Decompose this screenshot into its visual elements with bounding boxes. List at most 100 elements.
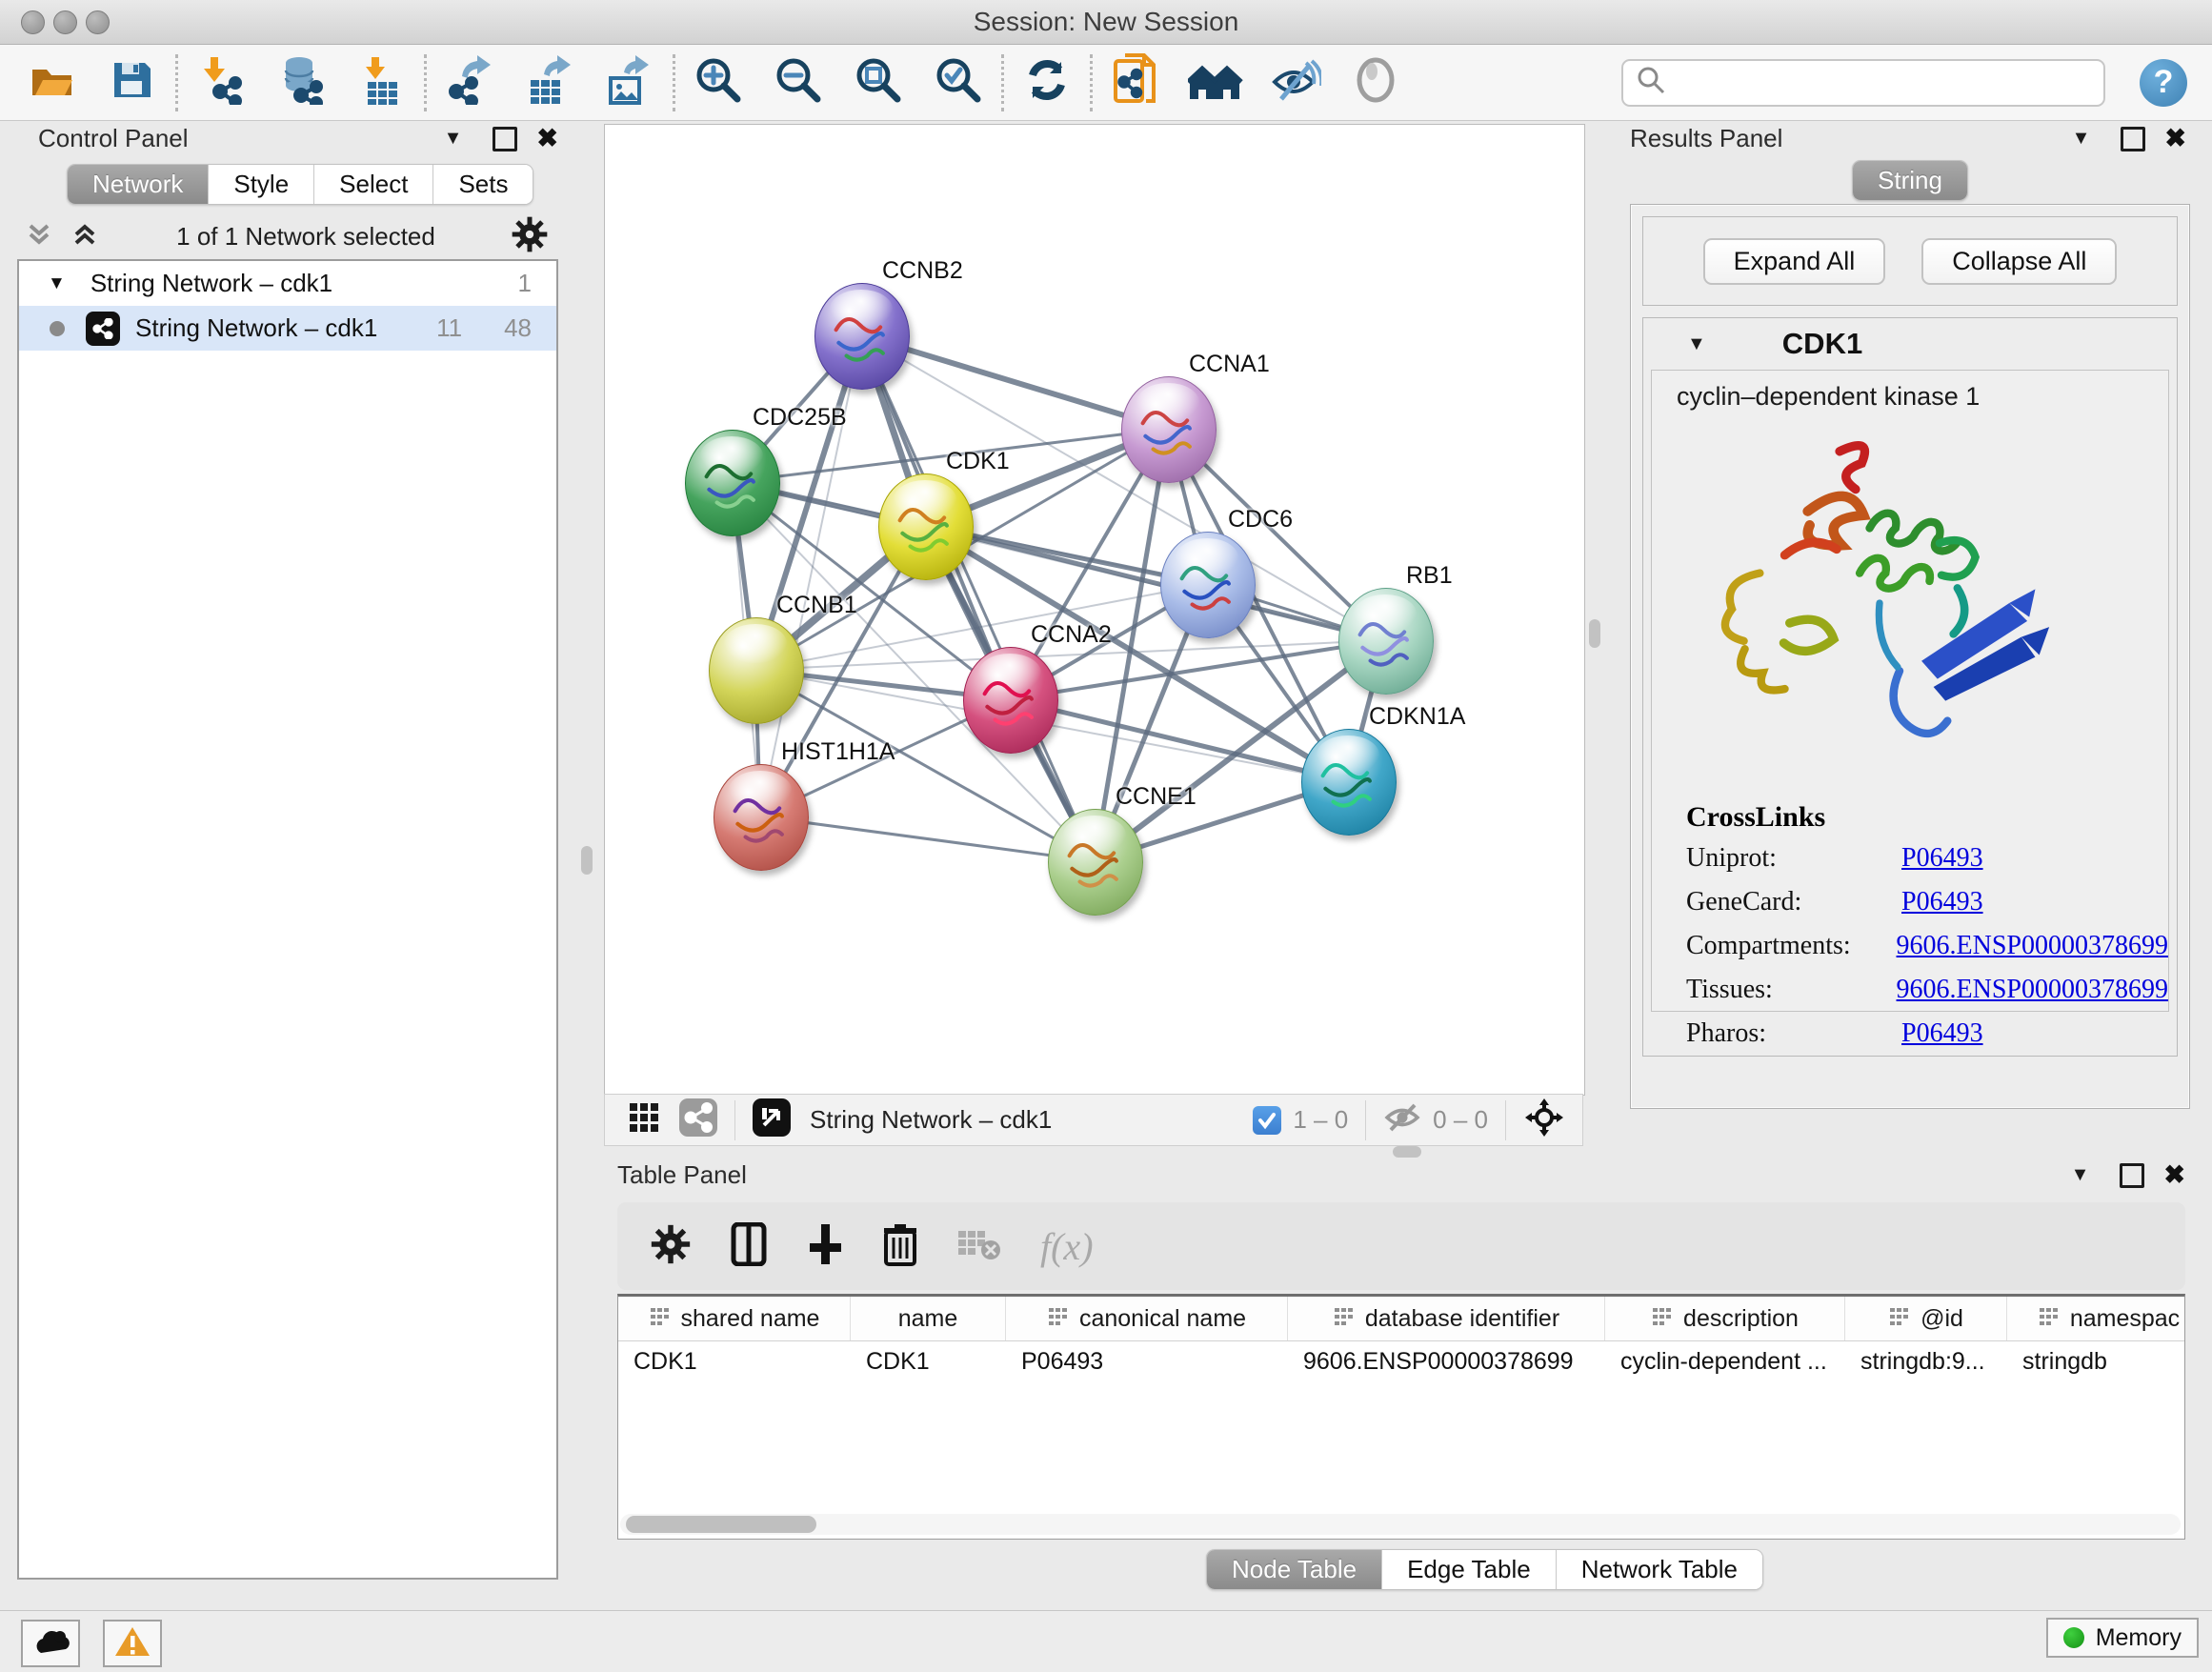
export-image-button[interactable]	[602, 55, 657, 111]
network-node-CCNB2[interactable]	[814, 283, 910, 390]
show-columns-icon[interactable]	[730, 1222, 768, 1271]
crosslink-link[interactable]: 9606.ENSP00000378699	[1897, 975, 2168, 1005]
import-table-file-button[interactable]	[353, 55, 409, 111]
zoom-out-button[interactable]	[771, 55, 826, 111]
import-table-icon	[358, 55, 404, 110]
column-header[interactable]: canonical name	[1006, 1297, 1288, 1340]
gene-card-header[interactable]: ▼ CDK1	[1643, 318, 2177, 370]
home-networks-button[interactable]	[1188, 55, 1243, 111]
crosslink-link[interactable]: 9606.ENSP00000378699	[1897, 931, 2168, 961]
network-node-CDC25B[interactable]	[685, 430, 780, 536]
network-node-CCNA2[interactable]	[963, 647, 1058, 754]
zoom-in-icon	[694, 55, 743, 110]
tab-node-table[interactable]: Node Table	[1207, 1550, 1382, 1589]
search-input[interactable]	[1621, 59, 2105, 107]
warnings-button[interactable]	[103, 1620, 162, 1667]
panel-menu-icon[interactable]: ▼	[444, 128, 463, 150]
network-node-HIST1H1A[interactable]	[714, 764, 809, 871]
scrollbar-thumb[interactable]	[626, 1516, 816, 1533]
crosslink-link[interactable]: P06493	[1901, 843, 1983, 874]
column-header[interactable]: namespac	[2007, 1297, 2185, 1340]
table-cell[interactable]: P06493	[1006, 1341, 1288, 1381]
tab-string[interactable]: String	[1853, 161, 1967, 200]
results-menu-icon[interactable]: ▼	[2072, 128, 2091, 150]
zoom-fit-button[interactable]	[851, 55, 906, 111]
results-close-icon[interactable]: ✖	[2164, 124, 2186, 153]
network-node-CDC6[interactable]	[1160, 532, 1256, 638]
tab-style[interactable]: Style	[209, 165, 314, 204]
tab-edge-table[interactable]: Edge Table	[1382, 1550, 1557, 1589]
import-network-file-button[interactable]	[193, 55, 249, 111]
network-collection-row[interactable]: ▼ String Network – cdk1 1	[19, 261, 556, 306]
export-network-icon	[445, 55, 494, 110]
collapse-all-networks-icon[interactable]	[23, 218, 55, 255]
table-float-icon[interactable]	[2120, 1163, 2144, 1188]
table-cell[interactable]: stringdb:9...	[1845, 1341, 2007, 1381]
delete-column-icon[interactable]	[882, 1222, 918, 1271]
share-view-icon[interactable]	[679, 1098, 717, 1141]
table-row[interactable]: CDK1CDK1P064939606.ENSP00000378699cyclin…	[618, 1341, 2184, 1381]
memory-button[interactable]: Memory	[2046, 1618, 2199, 1658]
selected-checkbox-icon[interactable]	[1253, 1106, 1281, 1135]
share-document-button[interactable]	[1108, 55, 1163, 111]
tab-sets[interactable]: Sets	[433, 165, 533, 204]
crosslink-link[interactable]: P06493	[1901, 1018, 1983, 1049]
export-table-button[interactable]	[522, 55, 577, 111]
column-header[interactable]: shared name	[618, 1297, 851, 1340]
save-session-button[interactable]	[105, 55, 160, 111]
table-cell[interactable]: stringdb	[2007, 1341, 2185, 1381]
table-gear-icon[interactable]	[650, 1223, 692, 1270]
gene-collapse-icon[interactable]: ▼	[1687, 333, 1706, 355]
table-header-row[interactable]: shared namenamecanonical namedatabase id…	[618, 1297, 2184, 1341]
network-row-selected[interactable]: String Network – cdk1 11 48	[19, 306, 556, 351]
grid-view-icon[interactable]	[628, 1101, 660, 1138]
main-toolbar: ?	[0, 45, 2212, 121]
export-network-button[interactable]	[442, 55, 497, 111]
table-cell[interactable]: 9606.ENSP00000378699	[1288, 1341, 1605, 1381]
table-close-icon[interactable]: ✖	[2163, 1160, 2185, 1190]
network-node-RB1[interactable]	[1338, 588, 1434, 695]
import-network-database-button[interactable]	[273, 55, 329, 111]
table-cell[interactable]: CDK1	[618, 1341, 851, 1381]
open-session-button[interactable]	[25, 55, 80, 111]
column-header[interactable]: name	[851, 1297, 1006, 1340]
refresh-layout-button[interactable]	[1019, 55, 1075, 111]
network-options-gear-icon[interactable]	[511, 215, 549, 258]
column-header[interactable]: @id	[1845, 1297, 2007, 1340]
birds-eye-view-icon[interactable]	[753, 1098, 791, 1141]
help-button[interactable]: ?	[2140, 59, 2187, 107]
hide-unhide-button[interactable]	[1268, 55, 1323, 111]
network-node-CDKN1A[interactable]	[1301, 729, 1397, 836]
zoom-selected-button[interactable]	[931, 55, 986, 111]
tab-select[interactable]: Select	[314, 165, 433, 204]
pan-crosshair-icon[interactable]	[1523, 1097, 1565, 1143]
right-splitter-handle[interactable]	[1589, 619, 1600, 648]
network-node-CCNB1[interactable]	[709, 617, 804, 724]
panel-float-icon[interactable]	[493, 127, 517, 151]
add-column-icon[interactable]	[806, 1222, 844, 1271]
show-graphics-button[interactable]	[1348, 55, 1403, 111]
network-node-CCNE1[interactable]	[1048, 809, 1143, 916]
collection-expand-icon[interactable]: ▼	[48, 273, 66, 294]
tab-network-table[interactable]: Network Table	[1557, 1550, 1762, 1589]
cloud-sync-button[interactable]	[21, 1620, 80, 1667]
expand-all-button[interactable]: Expand All	[1703, 238, 1886, 285]
table-cell[interactable]: CDK1	[851, 1341, 1006, 1381]
column-header[interactable]: description	[1605, 1297, 1845, 1340]
tab-network[interactable]: Network	[68, 165, 209, 204]
collapse-all-button[interactable]: Collapse All	[1921, 238, 2117, 285]
panel-close-icon[interactable]: ✖	[536, 124, 558, 153]
column-header[interactable]: database identifier	[1288, 1297, 1605, 1340]
left-splitter-handle[interactable]	[581, 846, 593, 875]
table-menu-icon[interactable]: ▼	[2071, 1164, 2090, 1186]
horizontal-scrollbar[interactable]	[620, 1514, 2181, 1535]
crosslink-link[interactable]: P06493	[1901, 887, 1983, 917]
network-view-canvas[interactable]: CCNB2CCNA1CDC25BCDK1CDC6RB1CCNB1CCNA2CDK…	[604, 124, 1585, 1096]
zoom-in-button[interactable]	[691, 55, 746, 111]
expand-all-networks-icon[interactable]	[69, 218, 101, 255]
bottom-splitter-handle[interactable]	[1393, 1146, 1421, 1158]
table-cell[interactable]: cyclin-dependent ...	[1605, 1341, 1845, 1381]
network-node-CCNA1[interactable]	[1121, 376, 1217, 483]
network-node-CDK1[interactable]	[878, 473, 974, 580]
results-float-icon[interactable]	[2121, 127, 2145, 151]
